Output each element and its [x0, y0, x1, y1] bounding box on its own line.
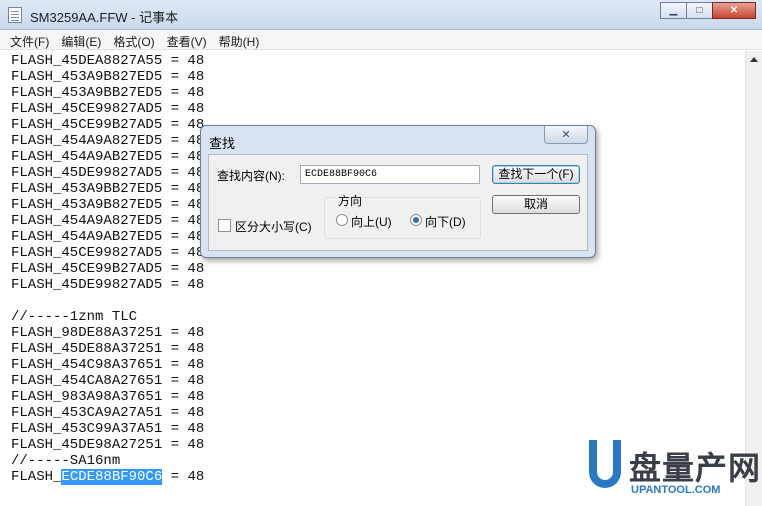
text-line: FLASH_453CA9A27A51 = 48	[11, 405, 205, 421]
text-line: FLASH_98DE88A37251 = 48	[11, 325, 205, 341]
dialog-body: 查找内容(N): ECDE88BF90C6 查找下一个(F) 取消 区分大小写(…	[208, 154, 588, 251]
text-line: FLASH_453C99A37A51 = 48	[11, 421, 205, 437]
text-line: FLASH_45DE88A37251 = 48	[11, 341, 205, 357]
text-line: FLASH_45CE99827AD5 = 48	[11, 245, 205, 261]
text-line: FLASH_453A9B827ED5 = 48	[11, 69, 205, 85]
title-bar[interactable]: SM3259AA.FFW - 记事本 ▁ □ ✕	[0, 0, 762, 30]
text-line: FLASH_45DE99827AD5 = 48	[11, 277, 205, 293]
match-case-label[interactable]: 区分大小写(C)	[235, 218, 312, 235]
text-line: FLASH_453A9BB27ED5 = 48	[11, 85, 205, 101]
menu-help[interactable]: 帮助(H)	[213, 30, 266, 49]
text-line: FLASH_454C98A37651 = 48	[11, 357, 205, 373]
find-what-label: 查找内容(N):	[217, 169, 285, 183]
text-line: FLASH_453A9B827ED5 = 48	[11, 197, 205, 213]
find-next-button[interactable]: 查找下一个(F)	[492, 165, 580, 184]
find-what-input[interactable]: ECDE88BF90C6	[300, 165, 480, 184]
text-line: FLASH_45DE98A27251 = 48	[11, 437, 205, 453]
text-line: FLASH_454A9AB27ED5 = 48	[11, 149, 205, 165]
scroll-up-arrow-icon[interactable]	[750, 57, 758, 62]
text-line: FLASH_454A9A827ED5 = 48	[11, 213, 205, 229]
text-line: FLASH_454A9A827ED5 = 48	[11, 133, 205, 149]
window-title: SM3259AA.FFW - 记事本	[30, 10, 179, 25]
cancel-button[interactable]: 取消	[492, 195, 580, 214]
close-button[interactable]: ✕	[712, 2, 756, 19]
direction-label: 方向	[336, 192, 365, 209]
maximize-button[interactable]: □	[686, 2, 713, 19]
direction-down-radio[interactable]	[410, 214, 422, 226]
line-prefix: FLASH_	[11, 469, 62, 485]
text-line: FLASH_45CE99827AD5 = 48	[11, 101, 205, 117]
text-line: FLASH_45CE99B27AD5 = 48	[11, 117, 205, 133]
menu-file[interactable]: 文件(F)	[4, 30, 55, 49]
match-case-checkbox[interactable]	[218, 219, 231, 232]
text-line: FLASH_454A9AB27ED5 = 48	[11, 229, 205, 245]
direction-up-radio[interactable]	[336, 214, 348, 226]
watermark: 盘量产网 UPANTOOL.COM	[585, 440, 762, 506]
upantool-logo-icon	[589, 440, 621, 488]
dialog-close-button[interactable]: ✕	[544, 126, 588, 144]
vertical-scrollbar[interactable]	[745, 51, 762, 506]
text-line: //-----SA16nm	[11, 453, 121, 469]
watermark-url: UPANTOOL.COM	[631, 484, 721, 496]
minimize-button[interactable]: ▁	[660, 2, 687, 19]
text-line: FLASH_453A9BB27ED5 = 48	[11, 181, 205, 197]
line-suffix: = 48	[162, 469, 205, 485]
text-line: FLASH_45DE99827AD5 = 48	[11, 165, 205, 181]
menu-bar: 文件(F) 编辑(E) 格式(O) 查看(V) 帮助(H)	[0, 30, 762, 50]
text-editor[interactable]: FLASH_45DEA8827A55 = 48 FLASH_453A9B827E…	[2, 51, 744, 506]
direction-down-label[interactable]: 向下(D)	[425, 213, 466, 230]
selected-text-line: FLASH_ECDE88BF90C6 = 48	[11, 469, 204, 485]
text-line: FLASH_454CA8A27651 = 48	[11, 373, 205, 389]
menu-format[interactable]: 格式(O)	[107, 30, 160, 49]
menu-edit[interactable]: 编辑(E)	[55, 30, 107, 49]
dialog-title: 查找	[209, 136, 236, 151]
text-line: FLASH_983A98A37651 = 48	[11, 389, 205, 405]
notepad-icon	[8, 7, 22, 23]
find-dialog: 查找 ✕ 查找内容(N): ECDE88BF90C6 查找下一个(F) 取消 区…	[200, 125, 596, 258]
menu-view[interactable]: 查看(V)	[161, 30, 213, 49]
window-controls: ▁ □ ✕	[660, 2, 756, 19]
text-line: FLASH_45CE99B27AD5 = 48	[11, 261, 205, 277]
direction-up-label[interactable]: 向上(U)	[351, 213, 392, 230]
selected-match: ECDE88BF90C6	[61, 469, 163, 485]
text-line: //-----1znm TLC	[11, 309, 138, 325]
text-line: FLASH_45DEA8827A55 = 48	[11, 53, 205, 69]
watermark-brand: 盘量产网	[629, 449, 762, 487]
